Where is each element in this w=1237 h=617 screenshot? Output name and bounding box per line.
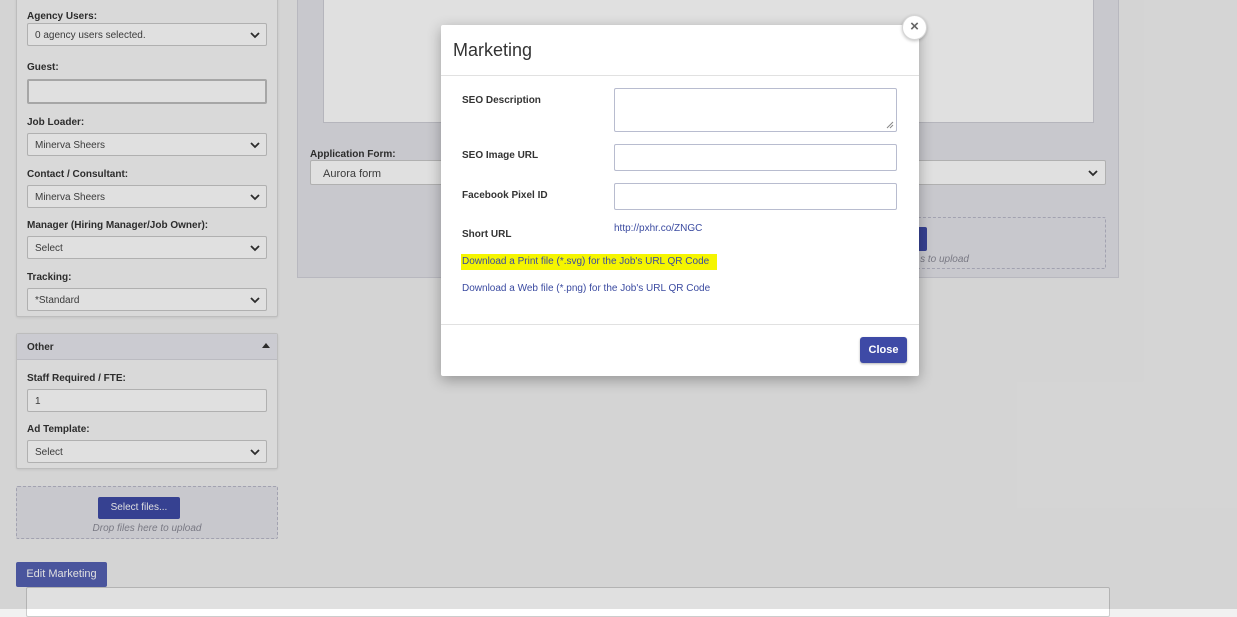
modal-header-divider [441,75,919,76]
seo-image-url-input[interactable] [614,144,897,171]
resize-handle-icon[interactable] [886,121,894,129]
download-print-text: Download a Print file (*.svg) for the Jo… [461,254,718,270]
close-button[interactable]: Close [860,337,907,363]
seo-description-label: SEO Description [462,95,541,106]
facebook-pixel-input[interactable] [614,183,897,210]
facebook-pixel-label: Facebook Pixel ID [462,190,548,201]
close-icon[interactable]: × [902,15,927,40]
seo-description-textarea[interactable] [614,88,897,132]
seo-image-url-label: SEO Image URL [462,150,539,161]
modal-footer-divider [441,324,919,325]
short-url-label: Short URL [462,229,512,240]
short-url-link[interactable]: http://pxhr.co/ZNGC [614,223,702,234]
marketing-modal: Marketing SEO Description SEO Image URL … [441,25,919,376]
download-print-link[interactable]: Download a Print file (*.svg) for the Jo… [461,254,718,270]
download-web-link[interactable]: Download a Web file (*.png) for the Job'… [462,283,710,294]
page-background: Agency Users: 0 agency users selected. G… [0,0,1237,617]
modal-title: Marketing [453,40,533,60]
